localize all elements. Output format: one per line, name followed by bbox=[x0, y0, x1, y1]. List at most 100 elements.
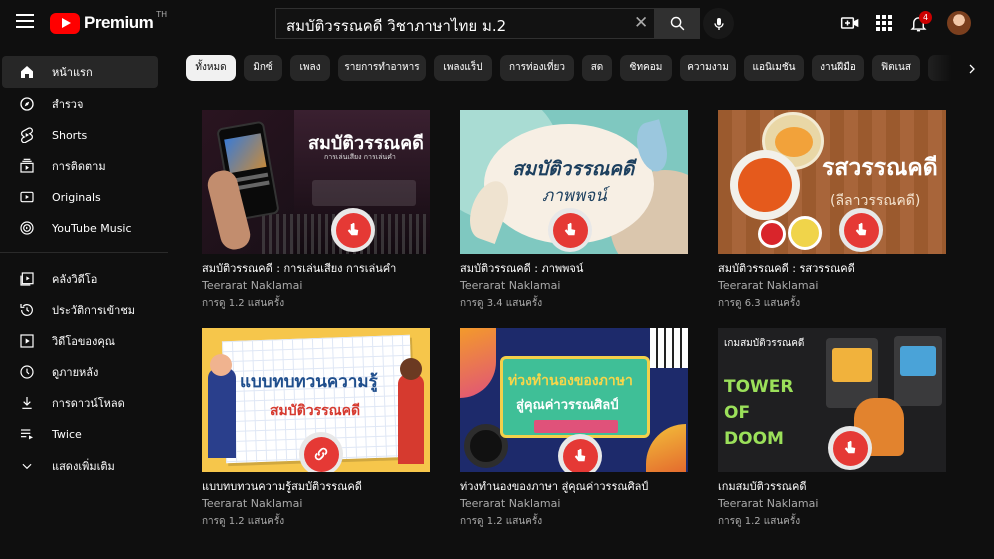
explore-icon bbox=[18, 95, 36, 113]
chip-live[interactable]: สด bbox=[582, 55, 612, 81]
chip-all[interactable]: ทั้งหมด bbox=[186, 55, 236, 81]
menu-icon[interactable] bbox=[16, 14, 34, 28]
sidebar-item-show-more[interactable]: แสดงเพิ่มเติม bbox=[2, 450, 158, 482]
chip-travel[interactable]: การท่องเที่ยว bbox=[500, 55, 574, 81]
account-avatar[interactable] bbox=[947, 11, 971, 35]
sidebar-item-label: คลังวิดีโอ bbox=[52, 273, 98, 286]
channel-name[interactable]: Teerarat Naklamai bbox=[460, 279, 560, 292]
youtube-premium-logo[interactable]: Premium TH bbox=[50, 10, 167, 34]
chip-mix[interactable]: มิกซ์ bbox=[244, 55, 282, 81]
sidebar-item-downloads[interactable]: การดาวน์โหลด bbox=[2, 387, 158, 419]
search-button[interactable] bbox=[655, 8, 700, 39]
chevron-down-icon bbox=[18, 457, 36, 475]
apps-button[interactable] bbox=[873, 12, 895, 34]
channel-name[interactable]: Teerarat Naklamai bbox=[718, 279, 818, 292]
sidebar-item-explore[interactable]: สำรวจ bbox=[2, 88, 158, 120]
video-title[interactable]: ท่วงทำนองของภาษา สู่คุณค่าวรรณศิลป์ bbox=[460, 477, 648, 495]
video-title[interactable]: สมบัติวรรณคดี : ภาพพจน์ bbox=[460, 259, 583, 277]
thumbnail-title: รสวรรณคดี bbox=[822, 155, 938, 181]
downloads-icon bbox=[18, 394, 36, 412]
sidebar-item-playlist-twice[interactable]: Twice bbox=[2, 418, 158, 450]
sidebar-item-history[interactable]: ประวัติการเข้าชม bbox=[2, 294, 158, 326]
video-title[interactable]: สมบัติวรรณคดี : การเล่นเสียง การเล่นคำ bbox=[202, 259, 396, 277]
youtube-logo-icon bbox=[50, 12, 80, 34]
view-count: การดู 1.2 แสนครั้ง bbox=[202, 516, 285, 527]
sidebar-item-originals[interactable]: Originals bbox=[2, 181, 158, 213]
sidebar-item-label: ประวัติการเข้าชม bbox=[52, 304, 136, 317]
sidebar-item-label: Originals bbox=[52, 190, 101, 204]
sidebar-item-label: แสดงเพิ่มเติม bbox=[52, 460, 115, 473]
view-count: การดู 1.2 แสนครั้ง bbox=[718, 516, 801, 527]
sidebar-item-label: YouTube Music bbox=[52, 221, 132, 235]
video-title[interactable]: สมบัติวรรณคดี : รสวรรณคดี bbox=[718, 259, 855, 277]
view-count: การดู 1.2 แสนครั้ง bbox=[460, 516, 543, 527]
shorts-icon bbox=[18, 126, 36, 144]
video-title[interactable]: เกมสมบัติวรรณคดี bbox=[718, 477, 806, 495]
sidebar-item-label: Twice bbox=[52, 427, 82, 441]
thumbnail-subtitle: การเล่นเสียง การเล่นคำ bbox=[324, 153, 396, 161]
history-icon bbox=[18, 301, 36, 319]
your-videos-icon bbox=[18, 332, 36, 350]
link-badge bbox=[299, 432, 343, 472]
chip-sitcoms[interactable]: ซิทคอม bbox=[620, 55, 672, 81]
clear-search-icon[interactable]: ✕ bbox=[634, 13, 648, 33]
thumbnail-subtitle: (ลีลาวรรณคดี) bbox=[830, 193, 921, 209]
sidebar-item-label: Shorts bbox=[52, 128, 88, 142]
view-count: การดู 6.3 แสนครั้ง bbox=[718, 298, 801, 309]
notification-count-badge: 4 bbox=[919, 11, 932, 24]
channel-name[interactable]: Teerarat Naklamai bbox=[718, 497, 818, 510]
sidebar-item-label: หน้าแรก bbox=[52, 66, 93, 79]
chip-cooking-shows[interactable]: รายการทำอาหาร bbox=[338, 55, 426, 81]
logo-text: Premium bbox=[84, 13, 154, 32]
channel-name[interactable]: Teerarat Naklamai bbox=[460, 497, 560, 510]
chip-music[interactable]: เพลง bbox=[290, 55, 330, 81]
sidebar-item-your-videos[interactable]: วิดีโอของคุณ bbox=[2, 325, 158, 357]
top-header: Premium TH สมบัติวรรณคดี วิชาภาษาไทย ม.2… bbox=[0, 0, 994, 48]
video-thumbnail[interactable]: ท่วงทำนองของภาษา สู่คุณค่าวรรณศิลป์ bbox=[460, 328, 688, 472]
view-count: การดู 1.2 แสนครั้ง bbox=[202, 298, 285, 309]
apps-grid-icon bbox=[876, 15, 892, 31]
thumbnail-subtitle: ภาพพจน์ bbox=[542, 186, 607, 206]
video-thumbnail[interactable]: สมบัติวรรณคดี การเล่นเสียง การเล่นคำ bbox=[202, 110, 430, 254]
video-thumbnail[interactable]: รสวรรณคดี (ลีลาวรรณคดี) bbox=[718, 110, 946, 254]
sidebar-item-label: การดาวน์โหลด bbox=[52, 397, 125, 410]
chip-fitness[interactable]: ฟิตเนส bbox=[872, 55, 920, 81]
video-thumbnail[interactable]: เกมสมบัติวรรณคดี TOWER OF DOOM bbox=[718, 328, 946, 472]
search-icon bbox=[670, 16, 685, 31]
sidebar-item-watch-later[interactable]: ดูภายหลัง bbox=[2, 356, 158, 388]
hand-pointer-icon bbox=[844, 440, 856, 454]
hand-pointer-icon bbox=[564, 222, 576, 236]
voice-search-button[interactable] bbox=[703, 8, 734, 39]
video-title[interactable]: แบบทบทวนความรู้สมบัติวรรณคดี bbox=[202, 477, 362, 495]
youtube-music-icon bbox=[18, 219, 36, 237]
search-input[interactable]: สมบัติวรรณคดี วิชาภาษาไทย ม.2 bbox=[286, 14, 506, 38]
chip-animation[interactable]: แอนิเมชัน bbox=[744, 55, 804, 81]
watch-later-icon bbox=[18, 363, 36, 381]
sidebar-item-subscriptions[interactable]: การติดตาม bbox=[2, 150, 158, 182]
sidebar-item-library[interactable]: คลังวิดีโอ bbox=[2, 263, 158, 295]
chip-rap[interactable]: เพลงแร็ป bbox=[434, 55, 492, 81]
sidebar-item-youtube-music[interactable]: YouTube Music bbox=[2, 212, 158, 244]
sidebar-item-home[interactable]: หน้าแรก bbox=[2, 56, 158, 88]
channel-name[interactable]: Teerarat Naklamai bbox=[202, 279, 302, 292]
filter-chips-bar: ทั้งหมด มิกซ์ เพลง รายการทำอาหาร เพลงแร็… bbox=[185, 55, 985, 81]
hand-pointer-icon bbox=[347, 222, 359, 236]
chips-next-button[interactable] bbox=[961, 58, 983, 80]
sidebar: หน้าแรก สำรวจ Shorts การติดตาม Originals… bbox=[0, 48, 168, 559]
search-box[interactable]: สมบัติวรรณคดี วิชาภาษาไทย ม.2 ✕ bbox=[275, 8, 655, 39]
channel-name[interactable]: Teerarat Naklamai bbox=[202, 497, 302, 510]
piano-keys-illustration bbox=[650, 328, 688, 368]
game-card-illustration bbox=[894, 336, 942, 406]
video-thumbnail[interactable]: สมบัติวรรณคดี ภาพพจน์ bbox=[460, 110, 688, 254]
link-badge bbox=[558, 434, 602, 472]
chip-crafts[interactable]: งานฝีมือ bbox=[812, 55, 864, 81]
subscriptions-icon bbox=[18, 157, 36, 175]
originals-icon bbox=[18, 188, 36, 206]
video-thumbnail[interactable]: แบบทบทวนความรู้ สมบัติวรรณคดี bbox=[202, 328, 430, 472]
chip-beauty[interactable]: ความงาม bbox=[680, 55, 736, 81]
sidebar-item-label: วิดีโอของคุณ bbox=[52, 335, 115, 348]
create-video-button[interactable] bbox=[839, 12, 861, 34]
sidebar-item-shorts[interactable]: Shorts bbox=[2, 119, 158, 151]
chevron-right-icon bbox=[969, 64, 975, 74]
link-badge bbox=[548, 208, 592, 252]
